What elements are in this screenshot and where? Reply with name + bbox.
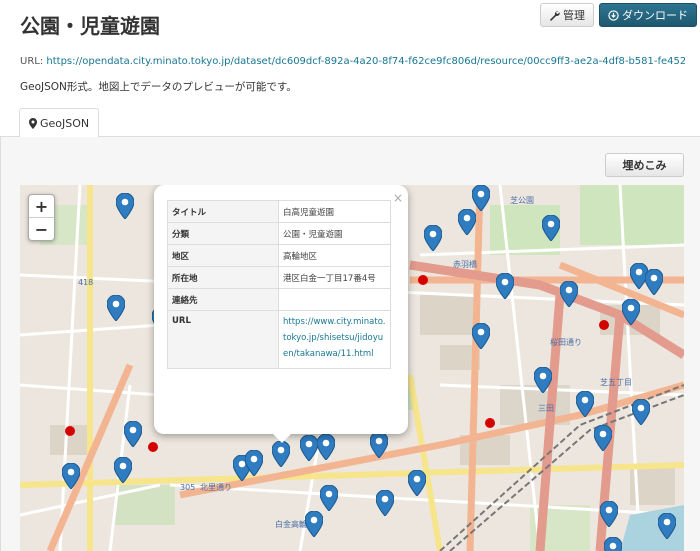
wrench-icon <box>550 10 560 21</box>
download-label: ダウンロード <box>622 9 688 22</box>
map-marker-icon[interactable] <box>621 298 641 326</box>
map-marker-icon[interactable] <box>61 462 81 490</box>
map-marker-icon[interactable] <box>603 536 623 551</box>
map-label: 三田 <box>538 404 554 413</box>
download-button[interactable]: ダウンロード <box>599 3 697 27</box>
popup-row-value <box>278 288 391 311</box>
map-marker-icon[interactable] <box>599 500 619 528</box>
popup-row: 地区 高輪地区 <box>167 244 391 267</box>
zoom-out-button[interactable]: − <box>29 218 54 240</box>
embed-button[interactable]: 埋めこみ <box>605 153 684 177</box>
url-prefix: URL: <box>20 56 44 67</box>
map-view[interactable]: 芝公園赤羽橋三田高輪白金高輪芝五丁目桜田通り北里通り305418 + − × タ… <box>20 185 684 551</box>
popup-row: 所在地 港区白金一丁目17番4号 <box>167 266 391 289</box>
map-marker-icon[interactable] <box>299 434 319 462</box>
map-marker-icon[interactable] <box>471 322 491 350</box>
popup-row: URL https://www.city.minato.tokyo.jp/shis… <box>167 310 391 369</box>
map-marker-icon[interactable] <box>369 431 389 459</box>
map-label: 芝五丁目 <box>600 377 632 387</box>
map-marker-icon[interactable] <box>471 185 491 212</box>
map-marker-icon[interactable] <box>631 398 651 426</box>
map-marker-icon <box>29 117 37 129</box>
map-marker-icon[interactable] <box>123 420 143 448</box>
zoom-in-button[interactable]: + <box>29 195 54 218</box>
popup-row-key: URL <box>167 310 279 369</box>
resource-url: URL: https://opendata.city.minato.tokyo.… <box>20 56 685 67</box>
zoom-control: + − <box>28 194 55 241</box>
manage-button[interactable]: 管理 <box>540 3 594 27</box>
popup-row: タイトル 白高児童遊園 <box>167 200 391 223</box>
map-label: 白金高輪 <box>275 519 307 529</box>
resource-description: GeoJSON形式。地図上でデータのプレビューが可能です。 <box>20 81 297 93</box>
map-label: 赤羽橋 <box>453 259 477 269</box>
tab-label: GeoJSON <box>40 116 90 130</box>
map-marker-icon[interactable] <box>541 214 561 242</box>
popup-tip <box>271 432 293 443</box>
map-label: 418 <box>78 278 93 287</box>
map-label: 北里通り <box>200 482 232 492</box>
map-marker-icon[interactable] <box>495 272 515 300</box>
popup-row-value: 白高児童遊園 <box>278 200 391 223</box>
map-marker-icon[interactable] <box>319 484 339 512</box>
popup-row-value: 公園・児童遊園 <box>278 222 391 245</box>
page-title: 公園・児童遊園 <box>20 14 160 38</box>
popup-row: 分類 公園・児童遊園 <box>167 222 391 245</box>
popup-row-key: 連絡先 <box>167 288 279 311</box>
popup-row-key: 地区 <box>167 244 279 267</box>
map-marker-icon[interactable] <box>244 449 264 477</box>
popup-row-value: 港区白金一丁目17番4号 <box>278 266 391 289</box>
popup-close-button[interactable]: × <box>393 191 403 205</box>
map-marker-icon[interactable] <box>593 424 613 452</box>
popup-row-key: 所在地 <box>167 266 279 289</box>
map-marker-icon[interactable] <box>657 512 677 540</box>
map-marker-icon[interactable] <box>316 433 336 461</box>
map-marker-icon[interactable] <box>423 224 443 252</box>
popup-row-value: https://www.city.minato.tokyo.jp/shisets… <box>278 310 391 369</box>
map-marker-icon[interactable] <box>115 192 135 220</box>
manage-label: 管理 <box>563 9 585 22</box>
map-label: 芝公園 <box>510 195 534 205</box>
tab-geojson[interactable]: GeoJSON <box>19 108 100 138</box>
map-marker-icon[interactable] <box>304 510 324 538</box>
popup-info-table: タイトル 白高児童遊園 分類 公園・児童遊園 地区 高輪地区 所在地 港区白金一丁目17番4号… <box>167 200 391 369</box>
popup-row-value: 高輪地区 <box>278 244 391 267</box>
map-label: 桜田通り <box>550 337 582 347</box>
map-marker-icon[interactable] <box>375 489 395 517</box>
map-marker-icon[interactable] <box>106 294 126 322</box>
map-marker-icon[interactable] <box>575 390 595 418</box>
popup-url-link[interactable]: https://www.city.minato.tokyo.jp/shisets… <box>283 314 386 362</box>
map-marker-icon[interactable] <box>457 208 477 236</box>
map-marker-icon[interactable] <box>533 366 553 394</box>
download-circle-icon <box>608 9 619 21</box>
map-marker-icon[interactable] <box>559 280 579 308</box>
map-label: 305 <box>180 483 195 492</box>
popup-row-key: タイトル <box>167 200 279 223</box>
map-marker-icon[interactable] <box>407 469 427 497</box>
map-marker-icon[interactable] <box>644 268 664 296</box>
view-tabs: GeoJSON <box>0 108 700 138</box>
map-marker-icon[interactable] <box>271 440 291 468</box>
popup-row: 連絡先 <box>167 288 391 311</box>
resource-url-link[interactable]: https://opendata.city.minato.tokyo.jp/da… <box>46 56 685 67</box>
popup-row-key: 分類 <box>167 222 279 245</box>
map-marker-icon[interactable] <box>113 456 133 484</box>
